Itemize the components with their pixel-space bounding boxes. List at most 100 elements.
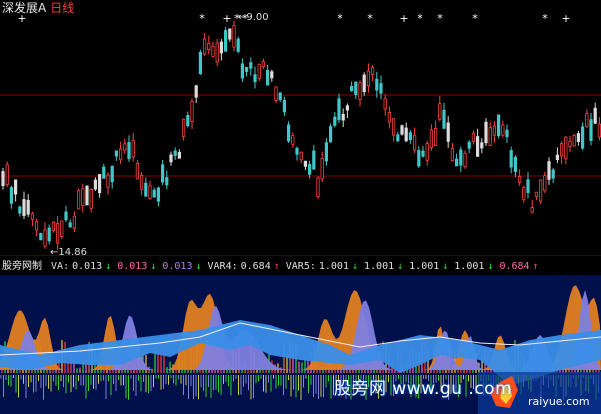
candle-body [9,187,13,204]
candle-body [177,151,181,159]
candle-body [513,156,518,172]
candle-body [438,103,442,120]
logo-caption: raiyue.com [528,395,590,408]
candle-body [56,223,60,244]
candle-body [337,98,341,121]
candle-body [18,206,22,214]
candle-body [555,154,560,160]
candle-body [379,83,383,94]
candle-body [492,125,497,136]
candle-body [362,74,366,93]
arrow-up-icon: ↑ [532,261,539,272]
candle-body [303,160,308,167]
arrow-down-icon: ↓ [397,261,404,272]
candle-body [160,164,165,183]
candle-body [345,105,350,111]
candle-body [257,63,261,79]
candle-body [391,118,396,136]
candle-body [543,175,547,192]
candle-body [299,151,303,161]
candle-body [194,85,198,98]
candle-body [123,143,127,151]
candle-body [597,123,601,138]
indicator-legend: 股旁网制 VA: 0.013 ↓ 0.013 ↓ 0.013 ↓ VAR4: 0.684 ↑ VAR… [2,259,548,274]
candle-body [93,179,97,190]
indicator-item: 1.001 ↓ [454,261,496,272]
candle-body [228,28,232,40]
candle-body [358,82,362,100]
signal-markers: + * + * * * * + * * * * + [17,12,570,25]
candle-body [454,158,459,167]
high-price-label: ←9.00 [238,12,269,23]
candle-body [316,177,320,197]
arrow-down-icon: ↓ [150,261,157,272]
candle-body [408,132,413,141]
candle-body [400,125,404,135]
candle-body [526,179,530,193]
candle-body [387,112,392,123]
candle-body [135,163,139,180]
indicator-item-value: 1.001 [409,261,440,272]
main-price-chart[interactable]: + * + * * * * + * * * * + [0,0,601,256]
candle-body [560,143,564,157]
candle-body [68,222,72,228]
candle-body [30,213,35,220]
candle-body [518,176,522,183]
candle-body [307,164,312,175]
chart-window: + * + * * * * + * * * * + 深发展A 日线 ←9.00 ←14.86 股旁网制 V… [0,0,601,414]
candle-body [396,134,400,142]
candle-body [433,128,438,146]
candle-body [425,143,429,161]
candle-body [467,141,471,149]
candle-body [324,142,329,162]
candle-body [349,85,354,92]
candle-body [547,161,551,180]
candle-body [370,66,375,75]
candle-body [35,221,39,231]
candle-body [295,147,299,155]
candle-body [496,114,501,137]
candle-body [223,30,228,52]
stock-name: 深发展A [2,1,47,15]
candle-body [421,150,425,157]
candle-body [585,113,589,127]
indicator-values: VA: 0.013 ↓ 0.013 ↓ 0.013 ↓ VAR4: 0.684 ↑ VAR5: 1.0… [51,261,545,272]
candle-body [404,127,408,142]
indicator-item-label: VAR4: [207,261,238,272]
candle-body [165,177,169,186]
candle-body [551,169,555,179]
indicator-item-value: 0.013 [117,261,148,272]
candle-body [148,185,152,199]
candle-body [139,174,144,190]
candle-body [320,158,324,180]
indicator-item-value: 1.001 [364,261,395,272]
candle-body [207,42,211,50]
candle-body [232,25,236,48]
candle-body [85,185,89,206]
candle-body [505,129,509,138]
arrow-down-icon: ↓ [195,261,202,272]
candle-body [72,215,76,229]
candle-body [522,187,526,200]
indicator-item-label: VAR5: [285,261,316,272]
candle-body [1,171,5,186]
candle-body [47,227,51,242]
candle-body [333,116,337,126]
signal-marker-icon: + [399,12,408,25]
candle-body [169,154,173,163]
signal-marker-icon: + [222,12,231,25]
candle-body [354,81,358,95]
candle-body [265,69,270,86]
candle-body [488,127,492,146]
candle-body [22,199,26,216]
arrow-down-icon: ↓ [487,261,494,272]
candle-body [77,190,81,210]
indicator-name: 股旁网制 [2,261,42,272]
indicator-item: 1.001 ↓ [409,261,451,272]
candle-body [186,115,190,127]
candle-body [181,118,186,137]
candle-body [291,135,295,145]
indicator-item-value: 0.684 [240,261,271,272]
candle-body [341,114,345,121]
candle-body [244,67,249,72]
